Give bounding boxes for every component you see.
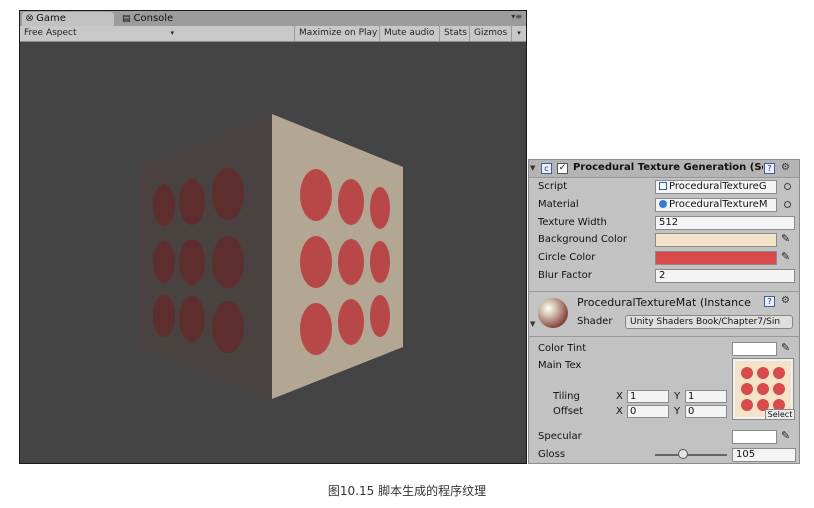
maximize-on-play-toggle[interactable]: Maximize on Play xyxy=(294,26,379,41)
figure-caption: 图10.15 脚本生成的程序纹理 xyxy=(327,484,487,498)
circle-color-row: Circle Color ✎ xyxy=(529,249,799,267)
gloss-slider-track[interactable] xyxy=(655,454,727,456)
stats-toggle[interactable]: Stats xyxy=(439,26,469,41)
aspect-label: Free Aspect xyxy=(24,28,77,38)
material-value: ProceduralTextureM xyxy=(669,199,768,210)
blur-factor-label: Blur Factor xyxy=(538,270,592,281)
texture-width-row: Texture Width 512 xyxy=(529,214,799,232)
tiling-x-field[interactable]: 1 xyxy=(627,390,669,403)
help-book-icon[interactable]: ? xyxy=(764,296,775,307)
gizmos-toggle[interactable]: Gizmos xyxy=(469,26,511,41)
material-field[interactable]: ProceduralTextureM xyxy=(655,198,777,212)
blur-factor-row: Blur Factor 2 xyxy=(529,267,799,285)
blur-factor-field[interactable]: 2 xyxy=(655,269,795,283)
material-header: ▼ ProceduralTextureMat (Instance ? ⚙ Sha… xyxy=(529,291,799,337)
material-preview-sphere xyxy=(538,298,568,328)
shader-value: Unity Shaders Book/Chapter7/Sin xyxy=(630,317,781,327)
game-toolbar: Free Aspect ▾ Maximize on Play Mute audi… xyxy=(20,26,526,42)
object-picker-icon[interactable] xyxy=(784,201,791,208)
aspect-dropdown[interactable]: Free Aspect ▾ xyxy=(20,26,177,41)
gloss-field[interactable]: 105 xyxy=(732,448,796,462)
offset-label: Offset xyxy=(553,406,584,417)
color-tint-label: Color Tint xyxy=(538,343,587,354)
gear-icon[interactable]: ⚙ xyxy=(781,162,790,173)
tiling-y-label: Y xyxy=(674,391,681,402)
console-icon: ▤ xyxy=(122,14,131,24)
material-title: ProceduralTextureMat (Instance xyxy=(577,296,751,309)
texture-width-label: Texture Width xyxy=(538,217,607,228)
component-enabled-checkbox[interactable]: ✓ xyxy=(557,163,568,174)
circle-color-swatch[interactable] xyxy=(655,251,777,265)
texture-select-button[interactable]: Select xyxy=(765,409,795,420)
gear-icon[interactable]: ⚙ xyxy=(781,295,790,306)
eyedropper-icon[interactable]: ✎ xyxy=(781,250,790,263)
background-color-swatch[interactable] xyxy=(655,233,777,247)
help-book-icon[interactable]: ? xyxy=(764,163,775,174)
foldout-arrow-icon[interactable]: ▼ xyxy=(530,164,535,172)
material-label: Material xyxy=(538,199,579,210)
script-file-icon xyxy=(659,182,667,190)
shader-dropdown[interactable]: Unity Shaders Book/Chapter7/Sin xyxy=(625,315,793,329)
offset-y-field[interactable]: 0 xyxy=(685,405,727,418)
right-face-circles xyxy=(300,169,390,355)
tab-console[interactable]: ▤ Console xyxy=(118,12,208,26)
object-picker-icon[interactable] xyxy=(784,183,791,190)
specular-swatch[interactable] xyxy=(732,430,777,444)
script-row: Script ProceduralTextureG xyxy=(529,178,799,196)
specular-row: Specular ✎ xyxy=(529,428,799,446)
eyedropper-icon[interactable]: ✎ xyxy=(781,429,790,442)
cube-render xyxy=(140,114,403,399)
circle-color-label: Circle Color xyxy=(538,252,596,263)
tab-game[interactable]: ⭙ Game xyxy=(22,12,114,26)
component-header: ▼ c ✓ Procedural Texture Generation (Sc … xyxy=(529,160,799,178)
unity-game-icon: ⭙ xyxy=(26,14,34,24)
shader-label: Shader xyxy=(577,316,613,327)
gizmos-dropdown-icon[interactable]: ▾ xyxy=(511,26,526,41)
script-label: Script xyxy=(538,181,568,192)
color-tint-swatch[interactable] xyxy=(732,342,777,356)
tab-game-label: Game xyxy=(36,13,66,24)
offset-x-label: X xyxy=(616,406,623,417)
component-title: Procedural Texture Generation (Sc xyxy=(573,162,763,173)
offset-y-label: Y xyxy=(674,406,681,417)
gloss-slider-handle[interactable] xyxy=(678,449,688,459)
eyedropper-icon[interactable]: ✎ xyxy=(781,341,790,354)
color-tint-row: Color Tint ✎ xyxy=(529,340,799,358)
game-viewport[interactable] xyxy=(20,42,526,463)
eyedropper-icon[interactable]: ✎ xyxy=(781,232,790,245)
tab-console-label: Console xyxy=(133,13,174,24)
dropdown-arrow-icon: ▾ xyxy=(170,29,174,37)
material-row: Material ProceduralTextureM xyxy=(529,196,799,214)
game-window: ⭙ Game ▤ Console ▾≡ Free Aspect ▾ Maximize… xyxy=(19,10,527,464)
mute-audio-toggle[interactable]: Mute audio xyxy=(379,26,439,41)
background-color-row: Background Color ✎ xyxy=(529,231,799,249)
script-field[interactable]: ProceduralTextureG xyxy=(655,180,777,194)
tiling-label: Tiling xyxy=(553,391,580,402)
texture-width-field[interactable]: 512 xyxy=(655,216,795,230)
tiling-y-field[interactable]: 1 xyxy=(685,390,727,403)
window-menu-icon[interactable]: ▾≡ xyxy=(511,12,522,21)
main-tex-label: Main Tex xyxy=(538,360,582,371)
tiling-x-label: X xyxy=(616,391,623,402)
gloss-label: Gloss xyxy=(538,449,566,460)
script-icon: c xyxy=(541,163,552,174)
offset-x-field[interactable]: 0 xyxy=(627,405,669,418)
background-color-label: Background Color xyxy=(538,234,627,245)
script-value: ProceduralTextureG xyxy=(669,181,767,192)
tab-bar: ⭙ Game ▤ Console ▾≡ xyxy=(20,11,526,26)
inspector-panel: ▼ c ✓ Procedural Texture Generation (Sc … xyxy=(528,159,800,464)
material-sphere-icon xyxy=(659,200,667,208)
left-face-circles xyxy=(153,168,244,353)
foldout-arrow-icon[interactable]: ▼ xyxy=(530,320,535,328)
specular-label: Specular xyxy=(538,431,582,442)
